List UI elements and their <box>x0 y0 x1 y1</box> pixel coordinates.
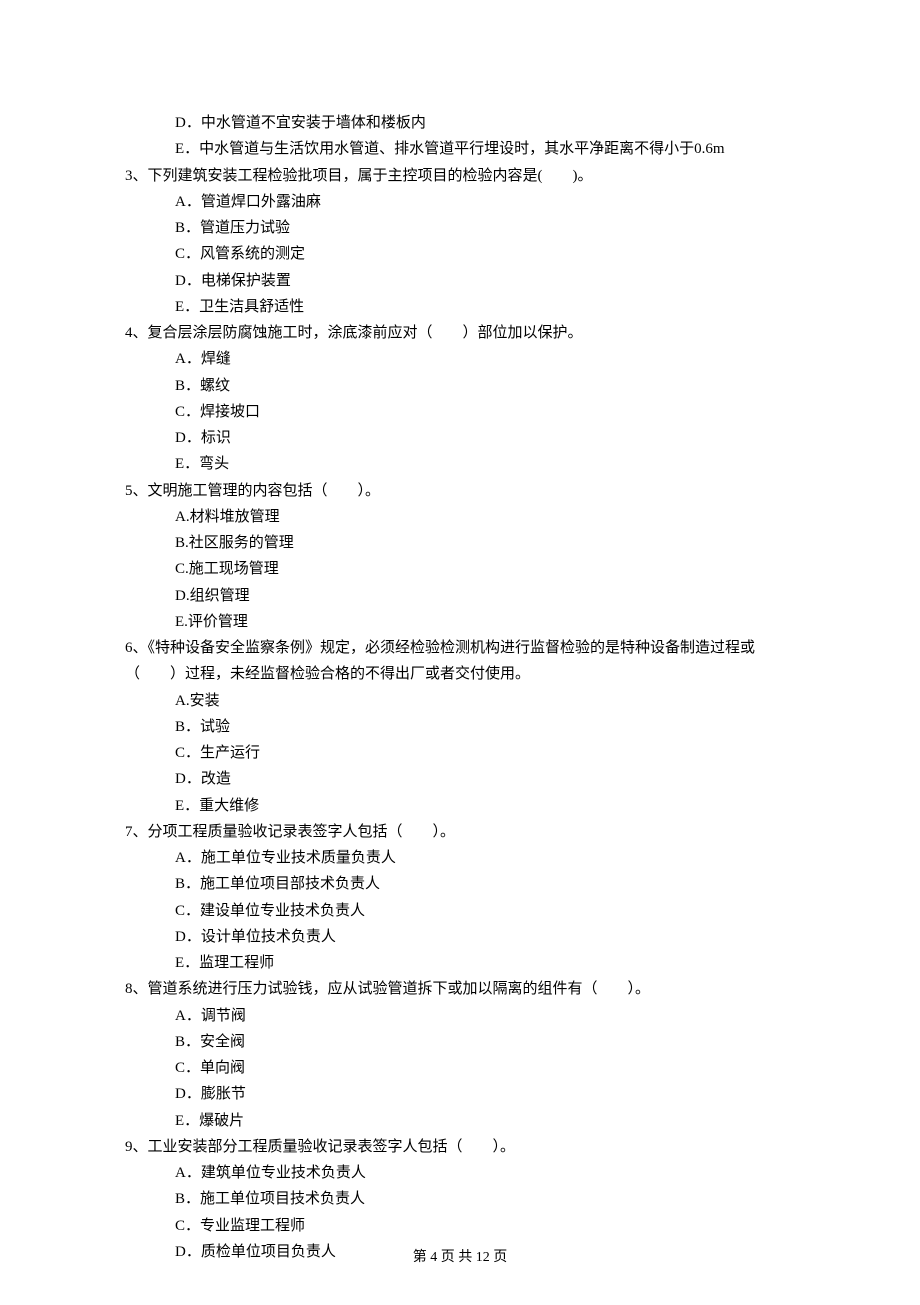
question-option: A.材料堆放管理 <box>125 504 795 530</box>
question-option: A．焊缝 <box>125 346 795 372</box>
question-option: E.评价管理 <box>125 609 795 635</box>
question-option: A．施工单位专业技术质量负责人 <box>125 845 795 871</box>
question-option: B.社区服务的管理 <box>125 530 795 556</box>
question-stem: 9、工业安装部分工程质量验收记录表签字人包括（ ）。 <box>125 1134 795 1160</box>
question-option: A．管道焊口外露油麻 <box>125 189 795 215</box>
question-stem: 6、《特种设备安全监察条例》规定，必须经检验检测机构进行监督检验的是特种设备制造… <box>125 635 795 688</box>
question-option: D．膨胀节 <box>125 1081 795 1107</box>
question-stem: 3、下列建筑安装工程检验批项目，属于主控项目的检验内容是( )。 <box>125 163 795 189</box>
question-option: A.安装 <box>125 688 795 714</box>
question-option: C．建设单位专业技术负责人 <box>125 898 795 924</box>
question-stem: 8、管道系统进行压力试验钱，应从试验管道拆下或加以隔离的组件有（ ）。 <box>125 976 795 1002</box>
question-option: E．重大维修 <box>125 793 795 819</box>
question-option: B．施工单位项目部技术负责人 <box>125 871 795 897</box>
question-option: D．电梯保护装置 <box>125 268 795 294</box>
question-option: E．监理工程师 <box>125 950 795 976</box>
question-stem: 5、文明施工管理的内容包括（ ）。 <box>125 478 795 504</box>
question-option: C．焊接坡口 <box>125 399 795 425</box>
question-option: B．管道压力试验 <box>125 215 795 241</box>
document-body: D．中水管道不宜安装于墙体和楼板内 E．中水管道与生活饮用水管道、排水管道平行埋… <box>125 110 795 1265</box>
question-option: C．单向阀 <box>125 1055 795 1081</box>
question-option: C.施工现场管理 <box>125 556 795 582</box>
question-option: B．试验 <box>125 714 795 740</box>
question-option: E．卫生洁具舒适性 <box>125 294 795 320</box>
question-stem: 4、复合层涂层防腐蚀施工时，涂底漆前应对（ ）部位加以保护。 <box>125 320 795 346</box>
continuation-option: D．中水管道不宜安装于墙体和楼板内 <box>125 110 795 136</box>
question-option: D.组织管理 <box>125 583 795 609</box>
continuation-option: E．中水管道与生活饮用水管道、排水管道平行埋设时，其水平净距离不得小于0.6m <box>125 136 795 162</box>
question-option: C．生产运行 <box>125 740 795 766</box>
question-option: E．弯头 <box>125 451 795 477</box>
question-option: A．建筑单位专业技术负责人 <box>125 1160 795 1186</box>
question-option: B．螺纹 <box>125 373 795 399</box>
question-option: D．改造 <box>125 766 795 792</box>
question-option: D．标识 <box>125 425 795 451</box>
question-option: A．调节阀 <box>125 1003 795 1029</box>
question-option: C．风管系统的测定 <box>125 241 795 267</box>
question-option: B．施工单位项目技术负责人 <box>125 1186 795 1212</box>
question-option: C．专业监理工程师 <box>125 1213 795 1239</box>
question-option: D．设计单位技术负责人 <box>125 924 795 950</box>
page-footer: 第 4 页 共 12 页 <box>0 1246 920 1271</box>
question-option: E．爆破片 <box>125 1108 795 1134</box>
question-stem: 7、分项工程质量验收记录表签字人包括（ ）。 <box>125 819 795 845</box>
question-option: B．安全阀 <box>125 1029 795 1055</box>
